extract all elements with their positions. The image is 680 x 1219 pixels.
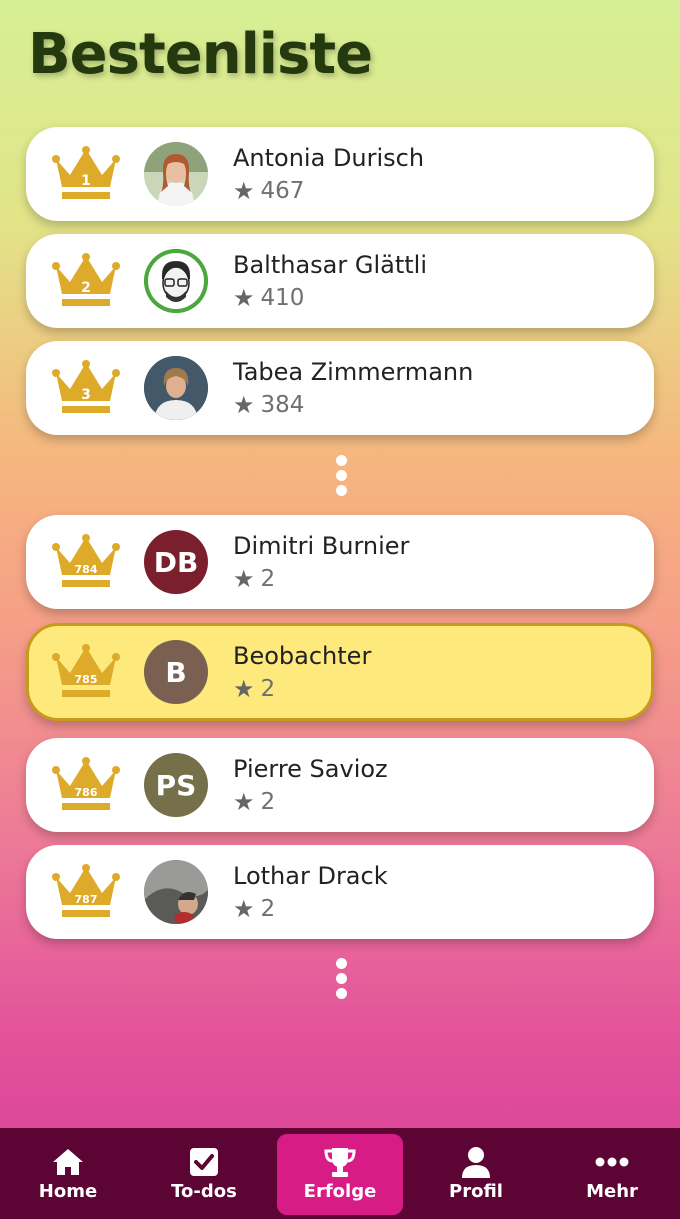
nav-label: Mehr xyxy=(586,1181,638,1202)
rank-number: 785 xyxy=(74,673,98,686)
nav-todos[interactable]: To-dos xyxy=(136,1128,272,1219)
rank-number: 784 xyxy=(74,563,98,576)
avatar xyxy=(144,356,208,420)
player-name: Balthasar Glättli xyxy=(233,251,428,279)
leaderboard-entry[interactable]: 1 Antonia Durisch ★ 467 xyxy=(26,127,654,221)
nav-label: To-dos xyxy=(171,1181,237,1202)
leaderboard-entry[interactable]: 2 Balthasar Glättli ★ 410 xyxy=(26,234,654,328)
nav-home[interactable]: Home xyxy=(0,1128,136,1219)
star-icon: ★ xyxy=(233,177,255,205)
player-score: ★ 2 xyxy=(233,895,276,923)
avatar: B xyxy=(144,640,208,704)
rank-number: 2 xyxy=(81,280,91,296)
crown-icon: 2 xyxy=(50,252,122,310)
nav-label: Erfolge xyxy=(303,1181,377,1202)
crown-icon: 786 xyxy=(50,756,122,814)
player-score: ★ 2 xyxy=(233,675,276,703)
avatar: DB xyxy=(144,530,208,594)
crown-icon: 3 xyxy=(50,359,122,417)
star-icon: ★ xyxy=(233,788,255,816)
player-score: ★ 384 xyxy=(233,391,305,419)
leaderboard-entry[interactable]: 784 DB Dimitri Burnier ★ 2 xyxy=(26,515,654,609)
crown-icon: 787 xyxy=(50,863,122,921)
player-name: Tabea Zimmermann xyxy=(233,358,474,386)
star-icon: ★ xyxy=(233,895,255,923)
bottom-navigation: Home To-dos Erfolge Profil Mehr xyxy=(0,1128,680,1219)
leaderboard-entry[interactable]: 787 Lothar Drack ★ 2 xyxy=(26,845,654,939)
person-icon xyxy=(459,1145,493,1179)
avatar xyxy=(144,142,208,206)
leaderboard-entry[interactable]: 786 PS Pierre Savioz ★ 2 xyxy=(26,738,654,832)
crown-icon: 784 xyxy=(50,533,122,591)
rank-number: 1 xyxy=(81,173,91,189)
avatar xyxy=(144,860,208,924)
trophy-icon xyxy=(323,1145,357,1179)
player-score: ★ 2 xyxy=(233,788,276,816)
avatar: PS xyxy=(144,753,208,817)
star-icon: ★ xyxy=(233,675,255,703)
page-title: Bestenliste xyxy=(28,22,373,87)
rank-number: 3 xyxy=(81,387,91,403)
nav-label: Profil xyxy=(449,1181,503,1202)
player-name: Beobachter xyxy=(233,642,372,670)
star-icon: ★ xyxy=(233,284,255,312)
player-score: ★ 467 xyxy=(233,177,305,205)
ellipsis-icon xyxy=(334,958,348,999)
leaderboard-entry-current-user[interactable]: 785 B Beobachter ★ 2 xyxy=(26,623,654,721)
home-icon xyxy=(51,1145,85,1179)
nav-profil[interactable]: Profil xyxy=(408,1128,544,1219)
player-score: ★ 410 xyxy=(233,284,305,312)
ellipsis-icon xyxy=(334,455,348,496)
avatar xyxy=(144,249,208,313)
more-icon xyxy=(595,1145,629,1179)
player-name: Antonia Durisch xyxy=(233,144,425,172)
crown-icon: 1 xyxy=(50,145,122,203)
nav-label: Home xyxy=(38,1181,98,1202)
rank-number: 786 xyxy=(74,786,98,799)
rank-number: 787 xyxy=(74,893,98,906)
star-icon: ★ xyxy=(233,391,255,419)
leaderboard-entry[interactable]: 3 Tabea Zimmermann ★ 384 xyxy=(26,341,654,435)
checkbox-icon xyxy=(187,1145,221,1179)
nav-mehr[interactable]: Mehr xyxy=(544,1128,680,1219)
nav-erfolge[interactable]: Erfolge xyxy=(272,1128,408,1219)
player-name: Pierre Savioz xyxy=(233,755,388,783)
player-name: Dimitri Burnier xyxy=(233,532,410,560)
player-score: ★ 2 xyxy=(233,565,276,593)
crown-icon: 785 xyxy=(50,643,122,701)
player-name: Lothar Drack xyxy=(233,862,388,890)
star-icon: ★ xyxy=(233,565,255,593)
